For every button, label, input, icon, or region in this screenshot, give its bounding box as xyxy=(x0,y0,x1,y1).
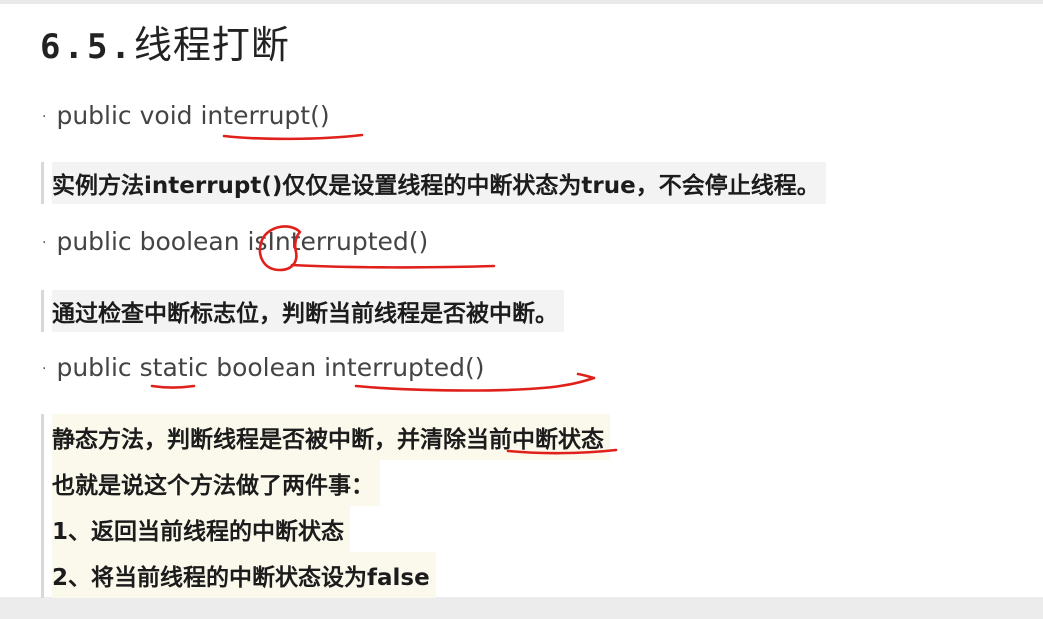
section-title: 线程打断 xyxy=(133,23,290,67)
method-signature-isinterrupted: · public boolean isInterrupted() xyxy=(42,227,428,256)
description-line: 通过检查中断标志位，判断当前线程是否被中断。 xyxy=(52,290,564,332)
signature-text: public void interrupt() xyxy=(56,101,330,130)
description-line: 静态方法，判断线程是否被中断，并清除当前中断状态 xyxy=(52,414,610,460)
method-signature-interrupted: · public static boolean interrupted() xyxy=(42,353,484,382)
signature-text: public static boolean interrupted() xyxy=(56,353,485,382)
signature-text: public boolean isInterrupted() xyxy=(56,227,429,256)
description-line: 2、将当前线程的中断状态设为false xyxy=(52,552,436,598)
method-description-interrupt: 实例方法interrupt()仅仅是设置线程的中断状态为true，不会停止线程。 xyxy=(41,162,826,204)
bottom-band xyxy=(0,597,1043,619)
description-line: 也就是说这个方法做了两件事： xyxy=(52,460,380,506)
method-description-isinterrupted: 通过检查中断标志位，判断当前线程是否被中断。 xyxy=(41,290,564,332)
bullet-icon: · xyxy=(42,235,47,251)
description-line: 实例方法interrupt()仅仅是设置线程的中断状态为true，不会停止线程。 xyxy=(52,162,826,204)
method-description-interrupted: 静态方法，判断线程是否被中断，并清除当前中断状态 也就是说这个方法做了两件事： … xyxy=(41,414,610,598)
description-line: 1、返回当前线程的中断状态 xyxy=(52,506,351,552)
section-number: 6.5. xyxy=(40,27,134,67)
method-signature-interrupt: · public void interrupt() xyxy=(42,101,330,130)
section-heading: 6.5.线程打断 xyxy=(40,14,290,69)
bullet-icon: · xyxy=(42,361,47,377)
bullet-icon: · xyxy=(42,109,47,125)
